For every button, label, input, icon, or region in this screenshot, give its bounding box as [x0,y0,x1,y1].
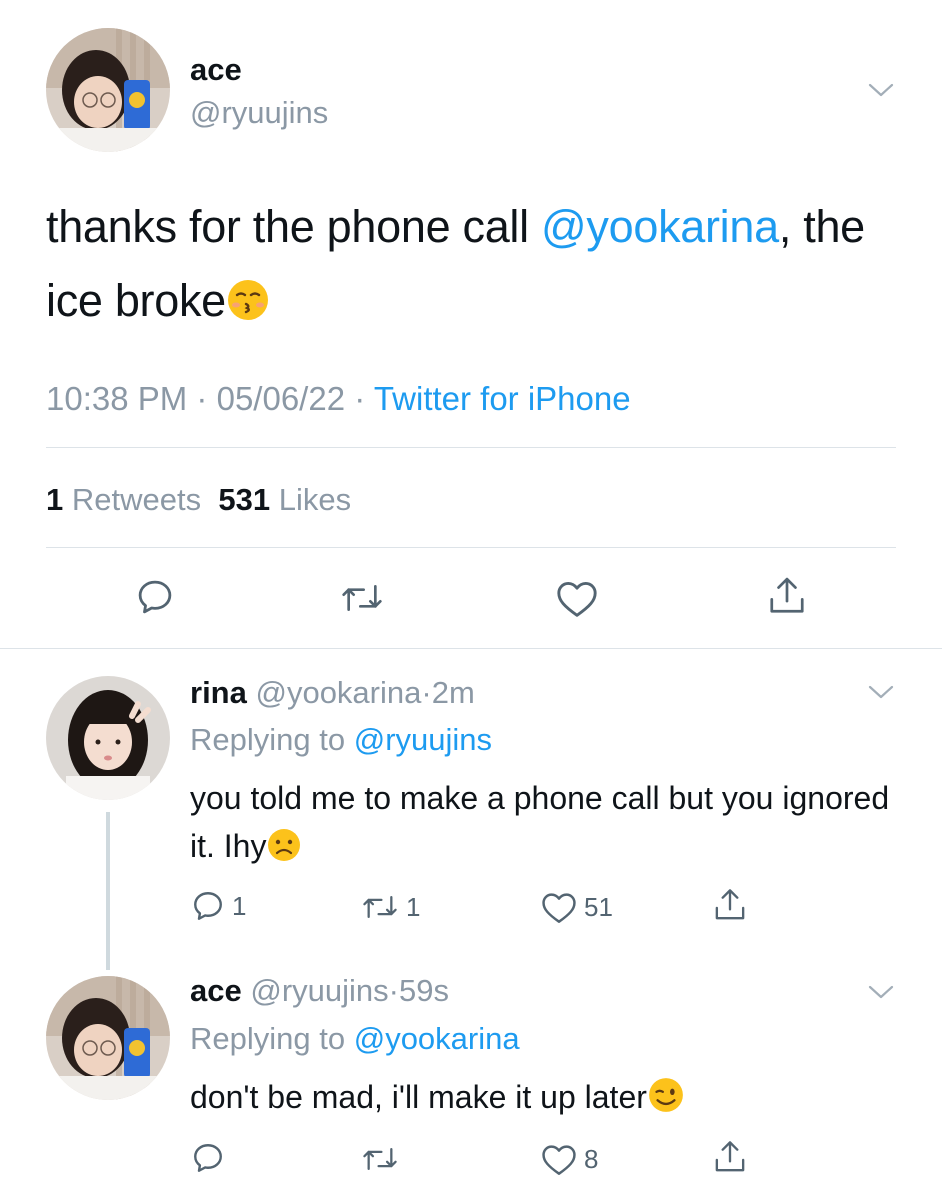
heart-icon [542,893,576,923]
retweets-label: Retweets [71,482,202,517]
meta-separator: · [196,380,208,417]
reply-button[interactable]: 1 [190,888,246,924]
divider [46,447,896,448]
share-icon [770,577,804,613]
reply-text-body: don't be mad, i'll make it up later [190,1079,647,1115]
retweet-button[interactable]: 1 [360,890,420,924]
heart-icon [557,582,597,617]
share-icon [715,1141,745,1172]
meta-separator: · [421,675,432,710]
share-button[interactable] [712,1138,748,1176]
more-chevron-icon[interactable] [866,982,896,1002]
reply-text: you told me to make a phone call but you… [190,774,910,876]
share-button[interactable] [712,886,748,924]
retweets-count: 1 [46,482,64,517]
reply-author-name[interactable]: rina [190,675,247,710]
retweet-icon [363,1147,397,1171]
retweets-stat[interactable]: 1 Retweets [46,482,201,517]
like-count: 8 [584,1143,599,1174]
tweet-text-part: thanks for the phone call [46,201,542,252]
meta-separator: · [388,973,399,1008]
tweet-time: 10:38 PM [46,380,188,417]
replying-to: Replying to @yookarina [190,1020,520,1058]
tweet-text: thanks for the phone call @yookarina, th… [46,190,906,344]
replying-to-link[interactable]: @yookarina [354,1021,520,1056]
winking-emoji-icon [647,1076,685,1127]
reply-text: don't be mad, i'll make it up later [190,1073,910,1127]
tweet-meta: 10:38 PM · 05/06/22 · Twitter for iPhone [46,378,631,420]
meta-separator: · [354,380,366,417]
replying-label: Replying to [190,1021,346,1056]
heart-icon [542,1145,576,1175]
likes-stat[interactable]: 531 Likes [218,482,351,517]
retweet-count: 1 [406,891,421,922]
divider [0,648,942,649]
reply-count: 1 [232,890,247,921]
reply-button[interactable] [190,1140,232,1176]
reply-author-handle[interactable]: @yookarina [255,675,421,710]
reply-button[interactable] [134,576,176,618]
reply-avatar[interactable] [46,976,170,1100]
likes-label: Likes [278,482,352,517]
thread-connector-line [106,812,110,970]
like-button[interactable] [555,578,599,618]
mention-link[interactable]: @yookarina [541,201,779,252]
reply-author-handle[interactable]: @ryuujins [250,973,388,1008]
share-icon [715,889,745,920]
more-chevron-icon[interactable] [866,682,896,702]
like-button[interactable]: 51 [540,890,613,924]
author-handle[interactable]: @ryuujins [190,94,328,132]
author-name[interactable]: ace [190,52,242,88]
reply-icon [194,892,222,920]
tweet-date: 05/06/22 [216,380,346,417]
reply-avatar[interactable] [46,676,170,800]
reply-header: ace @ryuujins·59s [190,972,449,1010]
reply-icon [194,1144,222,1172]
reply-time[interactable]: 2m [432,675,475,710]
author-avatar[interactable] [46,28,170,152]
reply-icon [138,580,172,614]
more-chevron-icon[interactable] [866,80,896,100]
reply-header: rina @yookarina·2m [190,674,475,712]
retweet-button[interactable] [340,578,384,618]
reply-author-name[interactable]: ace [190,973,242,1008]
like-count: 51 [584,891,613,922]
frowning-emoji-icon [266,827,302,876]
replying-label: Replying to [190,722,346,757]
share-button[interactable] [766,574,808,618]
divider [46,547,896,548]
retweet-icon [363,895,397,919]
likes-count: 531 [218,482,271,517]
replying-to-link[interactable]: @ryuujins [354,722,492,757]
reply-time[interactable]: 59s [399,973,449,1008]
retweet-button[interactable] [360,1142,406,1176]
tweet-source-link[interactable]: Twitter for iPhone [374,380,631,417]
like-button[interactable]: 8 [540,1142,598,1176]
kissing-emoji-icon [226,270,270,344]
tweet-stats: 1 Retweets 531 Likes [46,480,351,520]
retweet-icon [342,585,382,611]
replying-to: Replying to @ryuujins [190,721,492,759]
